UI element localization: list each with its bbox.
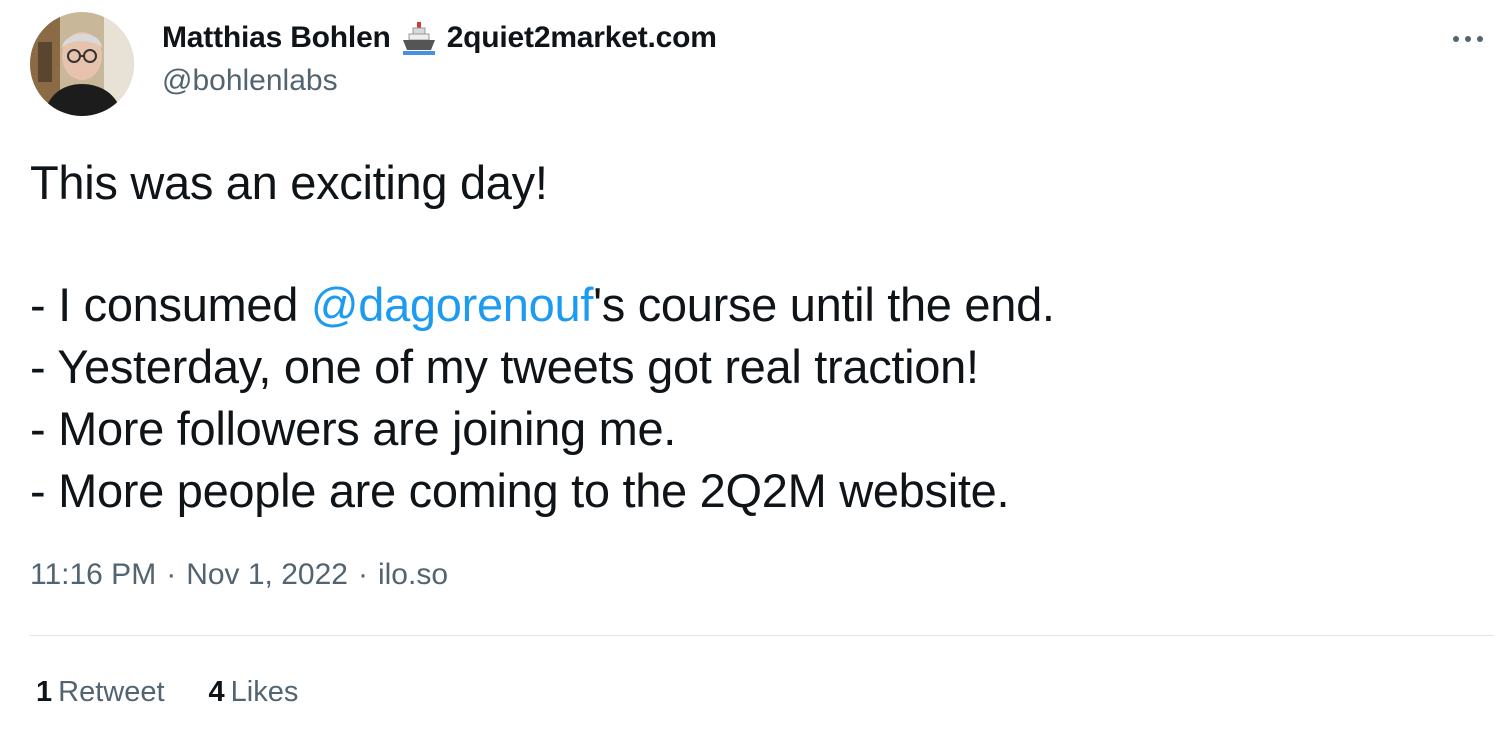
- author-domain[interactable]: 2quiet2market.com: [447, 21, 717, 55]
- tweet-line: This was an exciting day!: [30, 156, 548, 209]
- author-block: Matthias Bohlen 2quiet2market.com @bohle…: [162, 18, 717, 98]
- tweet-time[interactable]: 11:16 PM: [30, 558, 156, 591]
- tweet-card: Matthias Bohlen 2quiet2market.com @bohle…: [0, 0, 1510, 750]
- tweet-text: This was an exciting day! - I consumed @…: [30, 152, 1480, 522]
- meta-separator: ·: [166, 558, 177, 591]
- retweets-label: Retweet: [58, 676, 165, 708]
- author-display-name[interactable]: Matthias Bohlen: [162, 21, 391, 55]
- likes-stat[interactable]: 4 Likes: [209, 676, 299, 709]
- retweets-stat[interactable]: 1 Retweet: [36, 676, 165, 709]
- tweet-line-text: 's course until the end.: [593, 278, 1055, 331]
- more-horizontal-icon[interactable]: [1448, 26, 1488, 52]
- likes-label: Likes: [230, 676, 299, 708]
- tweet-line: - More followers are joining me.: [30, 402, 677, 455]
- tweet-line-text: - I consumed: [30, 278, 311, 331]
- likes-count: 4: [208, 676, 225, 708]
- divider: [30, 635, 1494, 636]
- tweet-stats: 1 Retweet 4 Likes: [36, 676, 298, 709]
- author-handle[interactable]: @bohlenlabs: [162, 64, 717, 98]
- tweet-source[interactable]: ilo.so: [378, 558, 448, 591]
- tweet-line: - More people are coming to the 2Q2M web…: [30, 464, 1010, 517]
- tweet-meta: 11:16 PM · Nov 1, 2022 · ilo.so: [30, 558, 448, 592]
- ship-icon: [399, 18, 439, 58]
- meta-separator: ·: [357, 558, 368, 591]
- tweet-date[interactable]: Nov 1, 2022: [186, 558, 348, 591]
- author-name-line[interactable]: Matthias Bohlen 2quiet2market.com: [162, 18, 717, 58]
- retweets-count: 1: [36, 676, 53, 708]
- tweet-line: - I consumed @dagorenouf's course until …: [30, 274, 1480, 336]
- tweet-line: - Yesterday, one of my tweets got real t…: [30, 340, 979, 393]
- avatar[interactable]: [30, 12, 134, 116]
- mention-link[interactable]: @dagorenouf: [311, 278, 594, 331]
